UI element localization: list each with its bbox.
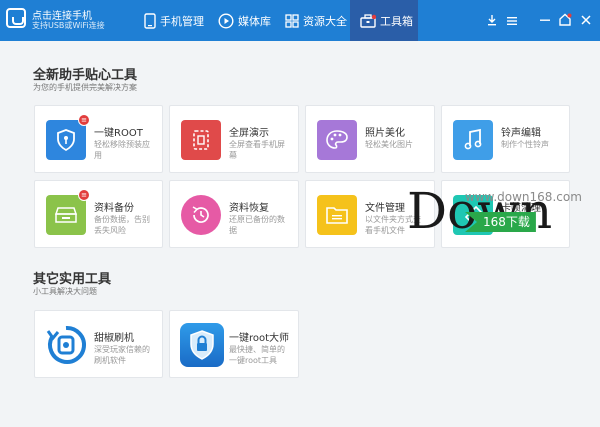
close-icon <box>580 11 592 30</box>
new-badge-icon: ≡ <box>78 114 90 126</box>
phone-icon <box>144 12 156 29</box>
section-subtitle: 小工具解决大问题 <box>33 287 97 296</box>
tool-card-tianjiao-flash[interactable]: 甜椒刷机 深受玩家信赖的刷机软件 <box>34 310 163 378</box>
clean-icon <box>453 195 493 235</box>
root-master-icon <box>180 323 224 367</box>
tab-label: 手机管理 <box>160 14 204 28</box>
tab-label: 工具箱 <box>380 14 413 28</box>
tool-name: 一键ROOT <box>94 128 143 139</box>
grid-icon <box>285 13 299 28</box>
tool-name: 资料备份 <box>94 203 134 214</box>
tool-desc: 备份数据，告别丢失风险 <box>94 215 150 235</box>
download-icon <box>486 11 498 30</box>
tool-name: 甜椒刷机 <box>94 333 134 344</box>
tool-name: 一键root大师 <box>229 333 290 344</box>
play-icon <box>218 12 234 29</box>
tab-phone-manage[interactable]: 手机管理 <box>144 0 210 41</box>
phone-connect-icon <box>6 8 26 28</box>
tool-desc: 轻松移除预装应用 <box>94 140 150 160</box>
tool-desc: 制作个性铃声 <box>501 140 549 149</box>
shield-icon <box>46 120 86 160</box>
section-title: 全新助手贴心工具 <box>33 68 138 83</box>
tool-name: 文件管理 <box>365 203 405 214</box>
folder-icon <box>317 195 357 235</box>
menu-icon <box>506 11 518 30</box>
music-note-icon <box>453 120 493 160</box>
tool-desc: 全屏查看手机屏幕 <box>229 140 285 160</box>
restore-clock-icon <box>181 195 221 235</box>
home-button[interactable] <box>557 12 573 28</box>
tool-desc: 以文件夹方式查看手机文件 <box>365 215 421 235</box>
home-icon <box>558 11 572 30</box>
tool-card-photo[interactable]: 照片美化 轻松美化图片 <box>305 105 435 173</box>
palette-icon <box>317 120 357 160</box>
tool-name: 铃声编辑 <box>501 128 541 139</box>
section-title: 其它实用工具 <box>33 272 112 287</box>
tool-card-ringtone[interactable]: 铃声编辑 制作个性铃声 <box>441 105 570 173</box>
title-bar: 点击连接手机 支持USB或WiFi连接 手机管理 媒体库 资源大全 工具箱 <box>0 0 600 41</box>
tool-card-root[interactable]: ≡ 一键ROOT 轻松移除预装应用 <box>34 105 163 173</box>
tool-desc: 还原已备份的数据 <box>229 215 285 235</box>
tool-card-clean[interactable]: 卡帧清理 清理 <box>441 180 570 248</box>
tab-label: 媒体库 <box>238 14 271 28</box>
app-subtitle: 支持USB或WiFi连接 <box>32 21 105 30</box>
minimize-icon <box>539 11 551 30</box>
tab-toolbox[interactable]: 工具箱 <box>350 0 418 41</box>
tool-desc: 最快捷、简单的一键root工具 <box>229 345 285 365</box>
download-button[interactable] <box>484 12 500 28</box>
tool-name: 资料恢复 <box>229 203 269 214</box>
tool-desc: 轻松美化图片 <box>365 140 413 149</box>
section-subtitle: 为您的手机提供完美解决方案 <box>33 83 137 92</box>
tool-card-file-manager[interactable]: 文件管理 以文件夹方式查看手机文件 <box>305 180 435 248</box>
tool-name: 卡帧清理 <box>501 203 541 214</box>
tab-resources[interactable]: 资源大全 <box>285 0 347 41</box>
backup-drive-icon <box>46 195 86 235</box>
close-button[interactable] <box>578 12 594 28</box>
tool-name: 照片美化 <box>365 128 405 139</box>
tool-card-backup[interactable]: ≡ 资料备份 备份数据，告别丢失风险 <box>34 180 163 248</box>
minimize-button[interactable] <box>537 12 553 28</box>
menu-button[interactable] <box>504 12 520 28</box>
tool-card-restore[interactable]: 资料恢复 还原已备份的数据 <box>169 180 299 248</box>
tool-desc: 清理 <box>501 215 517 224</box>
tab-media-library[interactable]: 媒体库 <box>218 0 274 41</box>
connect-phone-button[interactable]: 点击连接手机 支持USB或WiFi连接 <box>6 6 116 36</box>
new-badge-icon: ≡ <box>78 189 90 201</box>
tool-card-root-master[interactable]: 一键root大师 最快捷、简单的一键root工具 <box>169 310 299 378</box>
flash-rom-icon <box>44 323 88 367</box>
screen-cast-icon <box>181 120 221 160</box>
toolbox-icon <box>360 13 376 28</box>
tool-name: 全屏演示 <box>229 128 269 139</box>
tool-card-fullscreen[interactable]: 全屏演示 全屏查看手机屏幕 <box>169 105 299 173</box>
tool-desc: 深受玩家信赖的刷机软件 <box>94 345 150 365</box>
tab-label: 资源大全 <box>303 14 347 28</box>
